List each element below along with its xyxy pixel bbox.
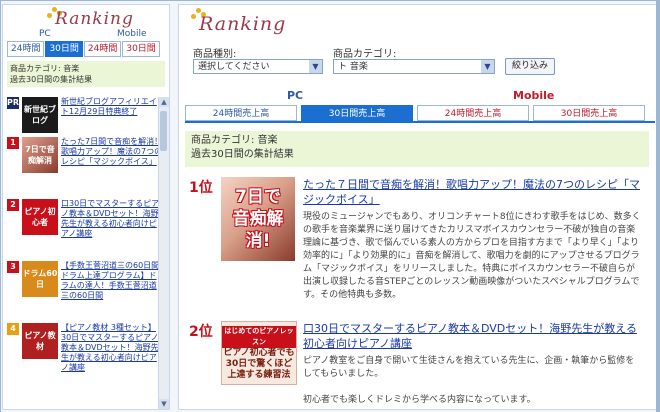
item-link[interactable]: 口30日でマスターするピアノ教本＆DVDセット！海野先生が教える初心者向けピアノ… — [61, 199, 163, 259]
list-item[interactable]: 2 ピアノ初心者 口30日でマスターするピアノ教本＆DVDセット！海野先生が教え… — [7, 199, 163, 259]
list-item[interactable]: 4 ピアノ教材 【ピアノ教材 3種セット】30日でマスターするピアノ教本＆DVD… — [7, 323, 163, 383]
main-logo: Ranking — [199, 13, 287, 35]
info-category: 商品カテゴリ: 音楽 — [191, 135, 278, 146]
item-thumbnail[interactable]: ドラム60日 — [22, 261, 58, 297]
product-title-link[interactable]: たった７日間で音痴を解消！歌唱力アップ！魔法の7つのレシピ「マジックボイス」 — [303, 177, 643, 207]
product-type-label: 商品種別: — [193, 49, 237, 60]
ranking-sidebar: Ranking PC Mobile 24時間 30日間 24時間 30日間 商品… — [2, 4, 170, 410]
scroll-down-icon[interactable]: ▼ — [159, 399, 169, 409]
category-info: 商品カテゴリ: 音楽 過去30日間の集計結果 — [185, 131, 649, 167]
page-right-border — [656, 0, 660, 412]
sidebar-info: 商品カテゴリ: 音楽 過去30日間の集計結果 — [7, 61, 165, 87]
rank-number: 1位 — [189, 180, 213, 196]
info-period: 過去30日間の集計結果 — [191, 149, 294, 160]
rank-number: 2位 — [189, 324, 213, 340]
product-type-select[interactable]: 選択してください ▼ — [193, 59, 323, 74]
dropdown-arrow-icon: ▼ — [309, 60, 322, 73]
sidebar-info-category: 商品カテゴリ: 音楽 — [10, 64, 80, 73]
category-label: 商品カテゴリ: — [333, 49, 397, 60]
sidebar-tab-pc-24h[interactable]: 24時間 — [7, 41, 45, 57]
sidebar-header: Ranking PC Mobile — [3, 5, 169, 41]
tab-pc-30d-sales[interactable]: 30日間売上高 — [301, 105, 413, 121]
mobile-label: Mobile — [513, 89, 555, 102]
item-thumbnail[interactable]: ピアノ教材 — [22, 323, 58, 359]
sidebar-scrollbar[interactable]: ▲ ▼ — [158, 97, 169, 409]
main-header: Ranking — [179, 5, 657, 41]
product-description: 現役のミュージャンでもあり、オリコンチャート8位にきわす歌手をはじめ、数多くの歌… — [303, 212, 641, 300]
sidebar-list: PR 新世紀ブログ 新世紀ブログアフィリエイト12月29日特典終了 1 7日で音… — [7, 97, 163, 385]
tab-mobile-24h-sales[interactable]: 24時間売上高 — [417, 105, 529, 121]
tab-pc-24h-sales[interactable]: 24時間売上高 — [185, 105, 297, 121]
ranking-main: Ranking 商品種別: 選択してください ▼ 商品カテゴリ: ト 音楽 ▼ … — [178, 4, 658, 410]
list-item[interactable]: PR 新世紀ブログ 新世紀ブログアフィリエイト12月29日特典終了 — [7, 97, 163, 135]
sidebar-tab-mobile-30d[interactable]: 30日間 — [122, 41, 160, 57]
item-link[interactable]: 【ピアノ教材 3種セット】30日でマスターするピアノ教本＆DVDセット！海野先生… — [61, 323, 163, 383]
item-link[interactable]: たった7日間で音痴を解消！歌唱力アップ！魔法の7つのレシピ「マジックボイス」 — [61, 137, 163, 197]
pc-label: PC — [287, 89, 304, 102]
dropdown-arrow-icon: ▼ — [481, 60, 494, 73]
sidebar-logo: Ranking — [55, 9, 134, 29]
narrow-down-button[interactable]: 絞り込み — [505, 58, 555, 75]
item-link[interactable]: 新世紀ブログアフィリエイト12月29日特典終了 — [61, 97, 163, 133]
pr-badge: PR — [7, 97, 20, 109]
sidebar-mobile-label: Mobile — [117, 29, 147, 39]
tab-underline — [185, 121, 655, 123]
product-title-link[interactable]: 口30日でマスターするピアノ教本＆DVDセット！海野先生が教える初心者向けピアノ… — [303, 321, 643, 351]
list-item[interactable]: 3 ドラム60日 【手数王菅沼道三の60日間ドラム上達プログラム】ドラムの達人！… — [7, 261, 163, 321]
ranking-entry-1: 1位 7日で 音痴解消! たった７日間で音痴を解消！歌唱力アップ！魔法の7つのレ… — [185, 177, 649, 317]
item-link[interactable]: 【手数王菅沼道三の60日間ドラム上達プログラム】ドラムの達人！手数王菅沼道三の6… — [61, 261, 163, 321]
item-thumbnail[interactable]: ピアノ初心者 — [22, 199, 58, 235]
sidebar-tab-pc-30d[interactable]: 30日間 — [45, 41, 83, 57]
filter-bar: 商品種別: 選択してください ▼ 商品カテゴリ: ト 音楽 ▼ 絞り込み — [191, 45, 651, 85]
rank-badge: 1 — [7, 137, 19, 149]
item-thumbnail[interactable]: 7日で音痴解消 — [22, 137, 58, 173]
scroll-up-icon[interactable]: ▲ — [159, 97, 169, 107]
sidebar-tabs: 24時間 30日間 24時間 30日間 — [7, 41, 161, 57]
item-thumbnail[interactable]: 新世紀ブログ — [22, 97, 58, 133]
sidebar-info-period: 過去30日間の集計結果 — [10, 75, 93, 84]
rank-badge: 2 — [7, 199, 19, 211]
sidebar-tab-mobile-24h[interactable]: 24時間 — [83, 41, 122, 57]
list-item[interactable]: 1 7日で音痴解消 たった7日間で音痴を解消！歌唱力アップ！魔法の7つのレシピ「… — [7, 137, 163, 197]
rank-badge: 3 — [7, 261, 19, 273]
ranking-entry-2: 2位 はじめてのピアノレッスン ピアノ初心者でも 30日で驚くほど 上達する練習… — [185, 321, 649, 409]
product-thumbnail[interactable]: はじめてのピアノレッスン ピアノ初心者でも 30日で驚くほど 上達する練習法 — [221, 321, 297, 385]
product-thumbnail[interactable]: 7日で 音痴解消! — [221, 177, 295, 261]
category-select[interactable]: ト 音楽 ▼ — [333, 59, 495, 74]
product-description: ピアノ教室をご自身で開いて生徒さんを抱えている先生に、企画・執筆から監修をしても… — [303, 356, 635, 405]
sidebar-pc-label: PC — [39, 29, 51, 39]
ranking-tabs: 24時間売上高 30日間売上高 24時間売上高 30日間売上高 — [185, 105, 655, 121]
scroll-thumb[interactable] — [160, 111, 167, 151]
tab-mobile-30d-sales[interactable]: 30日間売上高 — [533, 105, 645, 121]
rank-badge: 4 — [7, 323, 19, 335]
